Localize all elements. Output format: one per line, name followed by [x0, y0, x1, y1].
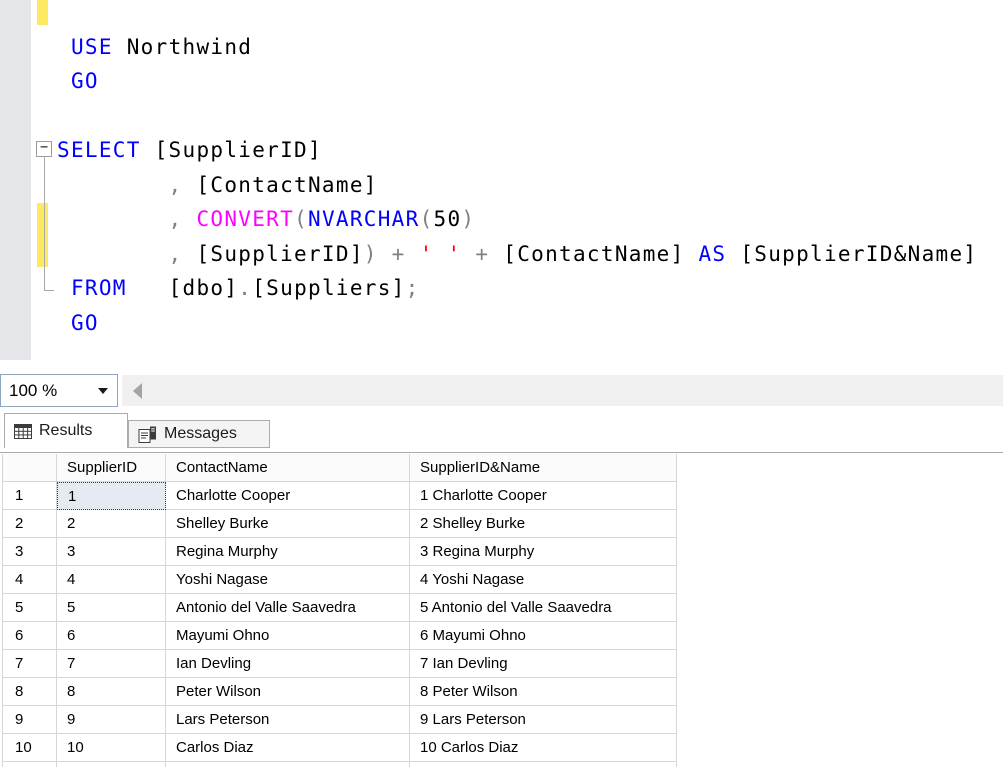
grid-cell[interactable]: 7 Ian Devling [410, 650, 677, 678]
tab-results-label: Results [39, 422, 92, 440]
row-header[interactable]: 2 [2, 510, 57, 538]
code-line: FROM [dbo].[Suppliers]; [57, 271, 977, 306]
table-row [2, 762, 677, 767]
messages-icon [138, 426, 157, 443]
grid-cell[interactable]: 10 Carlos Diaz [410, 734, 677, 762]
results-grid-icon [14, 424, 32, 439]
code-line: , [ContactName] [57, 168, 977, 203]
row-header[interactable]: 10 [2, 734, 57, 762]
grid-cell[interactable]: 6 [57, 622, 166, 650]
grid-cell[interactable]: 1 [57, 482, 166, 510]
tab-messages[interactable]: Messages [128, 420, 270, 448]
table-row: 88Peter Wilson8 Peter Wilson [2, 678, 677, 706]
results-grid[interactable]: SupplierIDContactNameSupplierID&Name11Ch… [0, 452, 1003, 767]
code-line: USE Northwind [57, 30, 977, 65]
grid-cell[interactable]: Yoshi Nagase [166, 566, 410, 594]
grid-cell[interactable]: 8 Peter Wilson [410, 678, 677, 706]
grid-corner-cell[interactable] [2, 454, 57, 482]
table-row: 99Lars Peterson9 Lars Peterson [2, 706, 677, 734]
grid-cell[interactable]: Antonio del Valle Saavedra [166, 594, 410, 622]
table-row: 44Yoshi Nagase4 Yoshi Nagase [2, 566, 677, 594]
row-header[interactable]: 1 [2, 482, 57, 510]
grid-cell[interactable]: Lars Peterson [166, 706, 410, 734]
grid-cell[interactable]: 8 [57, 678, 166, 706]
grid-cell[interactable]: 4 [57, 566, 166, 594]
tab-results[interactable]: Results [4, 413, 128, 448]
results-pane-tabstrip: Results Messages [0, 408, 1003, 452]
grid-cell[interactable]: 2 Shelley Burke [410, 510, 677, 538]
code-line: GO [57, 306, 977, 341]
scroll-left-arrow-icon[interactable] [133, 383, 142, 399]
grid-cell[interactable]: 6 Mayumi Ohno [410, 622, 677, 650]
editor-selection-margin [0, 0, 31, 360]
grid-cell[interactable]: 10 [57, 734, 166, 762]
grid-cell[interactable] [166, 762, 410, 767]
row-header[interactable]: 8 [2, 678, 57, 706]
grid-cell[interactable]: Regina Murphy [166, 538, 410, 566]
grid-cell[interactable]: 7 [57, 650, 166, 678]
table-row: 11Charlotte Cooper1 Charlotte Cooper [2, 482, 677, 510]
row-header[interactable]: 5 [2, 594, 57, 622]
grid-cell[interactable] [57, 762, 166, 767]
grid-cell[interactable]: 4 Yoshi Nagase [410, 566, 677, 594]
grid-cell[interactable]: Mayumi Ohno [166, 622, 410, 650]
code-line: , CONVERT(NVARCHAR(50) [57, 202, 977, 237]
editor-horizontal-scrollbar[interactable] [122, 375, 1003, 406]
grid-cell[interactable]: Carlos Diaz [166, 734, 410, 762]
editor-zoom-select[interactable]: 100 % [0, 374, 118, 407]
table-row: 55Antonio del Valle Saavedra5 Antonio de… [2, 594, 677, 622]
table-row: 22Shelley Burke2 Shelley Burke [2, 510, 677, 538]
grid-cell[interactable]: 2 [57, 510, 166, 538]
row-header[interactable] [2, 762, 57, 767]
row-header[interactable]: 6 [2, 622, 57, 650]
grid-cell[interactable]: 3 [57, 538, 166, 566]
table-row: 77Ian Devling7 Ian Devling [2, 650, 677, 678]
row-header[interactable]: 3 [2, 538, 57, 566]
code-line: GO [57, 64, 977, 99]
grid-cell[interactable]: 1 Charlotte Cooper [410, 482, 677, 510]
zoom-level-value: 100 % [1, 381, 98, 401]
grid-cell[interactable]: Charlotte Cooper [166, 482, 410, 510]
column-header-1[interactable]: ContactName [166, 454, 410, 482]
table-row: 33Regina Murphy3 Regina Murphy [2, 538, 677, 566]
chevron-down-icon [98, 388, 108, 394]
collapse-region-toggle[interactable]: − [36, 141, 52, 157]
change-tracking-bar [37, 0, 48, 25]
grid-cell[interactable]: 3 Regina Murphy [410, 538, 677, 566]
code-line [57, 0, 977, 30]
tab-messages-label: Messages [164, 425, 237, 443]
results-grid-table: SupplierIDContactNameSupplierID&Name11Ch… [2, 454, 677, 767]
outline-guide-end [44, 290, 54, 291]
row-header[interactable]: 4 [2, 566, 57, 594]
change-tracking-bar [37, 203, 48, 267]
grid-cell[interactable]: Shelley Burke [166, 510, 410, 538]
ssms-query-window: − USE Northwind GO SELECT [SupplierID] , … [0, 0, 1003, 767]
code-line: SELECT [SupplierID] [57, 133, 977, 168]
grid-cell[interactable]: 9 [57, 706, 166, 734]
row-header[interactable]: 7 [2, 650, 57, 678]
grid-cell[interactable]: 9 Lars Peterson [410, 706, 677, 734]
grid-cell[interactable]: 5 [57, 594, 166, 622]
sql-code: USE Northwind GO SELECT [SupplierID] , [C… [57, 0, 977, 340]
grid-cell[interactable]: 5 Antonio del Valle Saavedra [410, 594, 677, 622]
column-header-2[interactable]: SupplierID&Name [410, 454, 677, 482]
grid-cell[interactable]: Peter Wilson [166, 678, 410, 706]
code-line [57, 99, 977, 134]
table-row: 1010Carlos Diaz10 Carlos Diaz [2, 734, 677, 762]
table-row: 66Mayumi Ohno6 Mayumi Ohno [2, 622, 677, 650]
row-header[interactable]: 9 [2, 706, 57, 734]
column-header-0[interactable]: SupplierID [57, 454, 166, 482]
grid-cell[interactable]: Ian Devling [166, 650, 410, 678]
query-editor[interactable]: − USE Northwind GO SELECT [SupplierID] , … [0, 0, 1003, 374]
grid-cell[interactable] [410, 762, 677, 767]
outline-guide-line [44, 157, 45, 291]
code-line: , [SupplierID]) + ' ' + [ContactName] AS… [57, 237, 977, 272]
